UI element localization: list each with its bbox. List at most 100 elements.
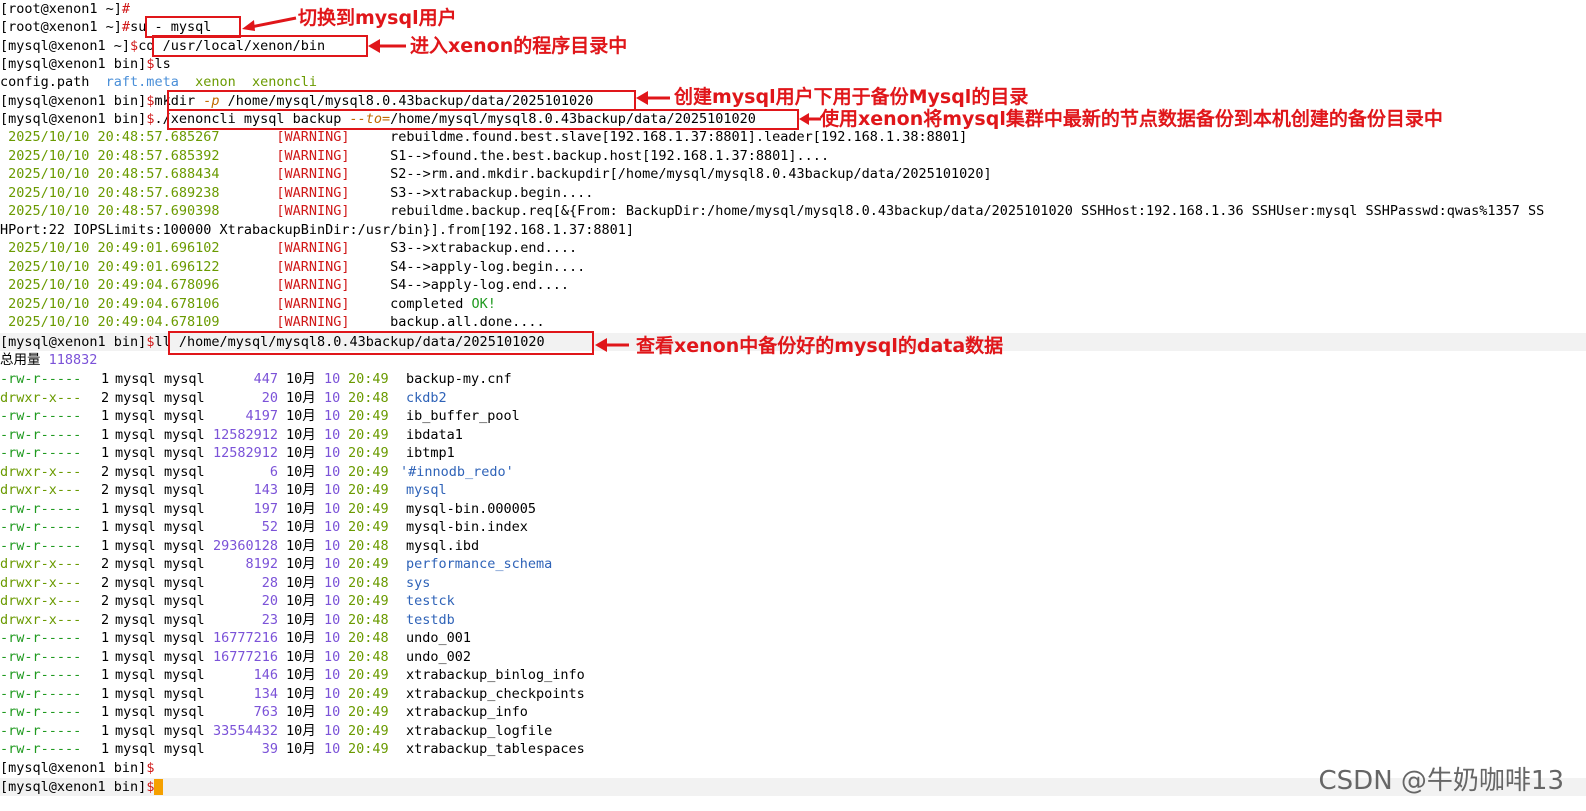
- file-time: 20:49: [348, 408, 389, 424]
- file-name: mysql-bin.000005: [406, 500, 537, 517]
- file-month: 10月: [286, 482, 316, 498]
- file-permissions: -rw-r-----: [0, 408, 82, 424]
- log-message: S3-->xtrabackup.begin....: [390, 185, 594, 201]
- log-level: [WARNING]: [276, 296, 350, 312]
- file-permissions: drwxr-x---: [0, 574, 82, 591]
- log-timestamp: 2025/10/10 20:48:57.685267: [8, 129, 220, 145]
- file-day: 10: [324, 482, 341, 498]
- file-row: drwxr-x--- 2 mysql mysql 8192 10月 10 20:49 perfo…: [0, 555, 1586, 573]
- file-row: -rw-r----- 1 mysql mysql 447 10月 10 20:49 backup…: [0, 370, 1586, 388]
- file-day: 10: [324, 648, 341, 665]
- log-level: [WARNING]: [276, 259, 350, 275]
- file-owner: mysql: [115, 630, 156, 646]
- log-timestamp: 2025/10/10 20:49:04.678109: [8, 314, 220, 330]
- file-name: undo_002: [406, 648, 472, 665]
- file-month: 10月: [286, 371, 316, 387]
- file-row: -rw-r----- 1 mysql mysql 12582912 10月 10 20:49 i…: [0, 444, 1586, 462]
- file-links: 2: [101, 593, 110, 609]
- shell-prompt: [mysql@xenon1 bin]: [0, 111, 147, 127]
- log-timestamp: 2025/10/10 20:48:57.690398: [8, 203, 220, 219]
- highlight-box: [167, 109, 799, 130]
- terminal-window[interactable]: [root@xenon1 ~]# [root@xenon1 ~]#su - my…: [0, 0, 1586, 811]
- file-entry: config.path: [0, 74, 90, 90]
- file-day: 10: [324, 426, 341, 443]
- file-group: mysql: [164, 426, 205, 443]
- file-day: 10: [324, 556, 341, 572]
- file-owner: mysql: [115, 556, 156, 572]
- highlight-box: [152, 35, 368, 57]
- file-permissions: -rw-r-----: [0, 630, 82, 646]
- log-level: [WARNING]: [276, 314, 350, 330]
- file-group: mysql: [164, 667, 205, 683]
- file-name: ibdata1: [406, 426, 463, 443]
- file-month: 10月: [286, 741, 316, 757]
- file-row: -rw-r----- 1 mysql mysql 39 10月 10 20:49 xtrabac…: [0, 740, 1586, 758]
- file-owner: mysql: [115, 667, 156, 683]
- file-size: 33554432: [212, 722, 278, 739]
- command-text: ls: [154, 56, 171, 72]
- log-message: S4-->apply-log.begin....: [390, 259, 586, 275]
- file-time: 20:49: [348, 426, 389, 443]
- file-group: mysql: [164, 611, 205, 628]
- file-day: 10: [324, 667, 341, 683]
- file-row: -rw-r----- 1 mysql mysql 4197 10月 10 20:49 ib_bu…: [0, 407, 1586, 425]
- log-message: S3-->xtrabackup.end....: [390, 240, 578, 256]
- file-links: 1: [101, 445, 110, 461]
- file-permissions: drwxr-x---: [0, 556, 82, 572]
- file-size: 197: [253, 500, 278, 517]
- file-row: drwxr-x--- 2 mysql mysql 20 10月 10 20:49 testck: [0, 592, 1586, 610]
- text-cursor: [154, 779, 164, 795]
- file-permissions: drwxr-x---: [0, 389, 82, 406]
- log-timestamp: 2025/10/10 20:49:04.678106: [8, 296, 220, 312]
- file-time: 20:48: [348, 648, 389, 665]
- file-day: 10: [324, 704, 341, 720]
- executable-entry: xenoncli: [252, 74, 318, 90]
- file-month: 10月: [286, 704, 316, 720]
- file-month: 10月: [286, 556, 316, 572]
- file-size: 39: [261, 741, 278, 757]
- file-name: performance_schema: [406, 556, 553, 572]
- file-permissions: drwxr-x---: [0, 482, 82, 498]
- highlight-box: [168, 331, 594, 355]
- file-group: mysql: [164, 519, 205, 535]
- file-time: 20:49: [348, 704, 389, 720]
- file-links: 1: [101, 537, 110, 554]
- file-size: 20: [261, 389, 278, 406]
- file-owner: mysql: [115, 389, 156, 406]
- file-owner: mysql: [115, 648, 156, 665]
- file-month: 10月: [286, 519, 316, 535]
- file-links: 1: [101, 741, 110, 757]
- log-level: [WARNING]: [276, 277, 350, 293]
- shell-prompt: [mysql@xenon1 bin]: [0, 334, 147, 350]
- file-day: 10: [324, 611, 341, 628]
- file-group: mysql: [164, 741, 205, 757]
- file-owner: mysql: [115, 371, 156, 387]
- file-row: -rw-r----- 1 mysql mysql 197 10月 10 20:49 mysql-…: [0, 500, 1586, 518]
- file-group: mysql: [164, 371, 205, 387]
- file-size: 12582912: [212, 426, 278, 443]
- file-size: 6: [269, 463, 278, 480]
- file-group: mysql: [164, 574, 205, 591]
- annotation-text: 查看xenon中备份好的mysql的data数据: [636, 335, 1004, 357]
- file-permissions: -rw-r-----: [0, 519, 82, 535]
- file-time: 20:49: [348, 667, 389, 683]
- log-timestamp: 2025/10/10 20:49:04.678096: [8, 277, 220, 293]
- file-size: 4197: [245, 408, 278, 424]
- file-links: 1: [101, 519, 110, 535]
- annotation-text: 创建mysql用户下用于备份Mysql的目录: [674, 86, 1029, 108]
- terminal-line: [mysql@xenon1 bin]$ls: [0, 55, 1586, 73]
- arrow-icon: [595, 338, 629, 352]
- file-name: xtrabackup_logfile: [406, 722, 553, 739]
- file-month: 10月: [286, 445, 316, 461]
- log-line: 2025/10/10 20:49:04.678109 [WARNING] bac…: [0, 313, 1586, 331]
- file-owner: mysql: [115, 426, 156, 443]
- file-size: 143: [253, 482, 278, 498]
- file-group: mysql: [164, 630, 205, 646]
- file-links: 2: [101, 611, 110, 628]
- file-size: 134: [253, 685, 278, 702]
- log-message: rebuildme.backup.req[&{From: BackupDir:/…: [390, 203, 1545, 219]
- file-links: 1: [101, 685, 110, 702]
- file-permissions: -rw-r-----: [0, 685, 82, 702]
- file-name: mysql: [406, 482, 447, 498]
- log-timestamp: 2025/10/10 20:48:57.689238: [8, 185, 220, 201]
